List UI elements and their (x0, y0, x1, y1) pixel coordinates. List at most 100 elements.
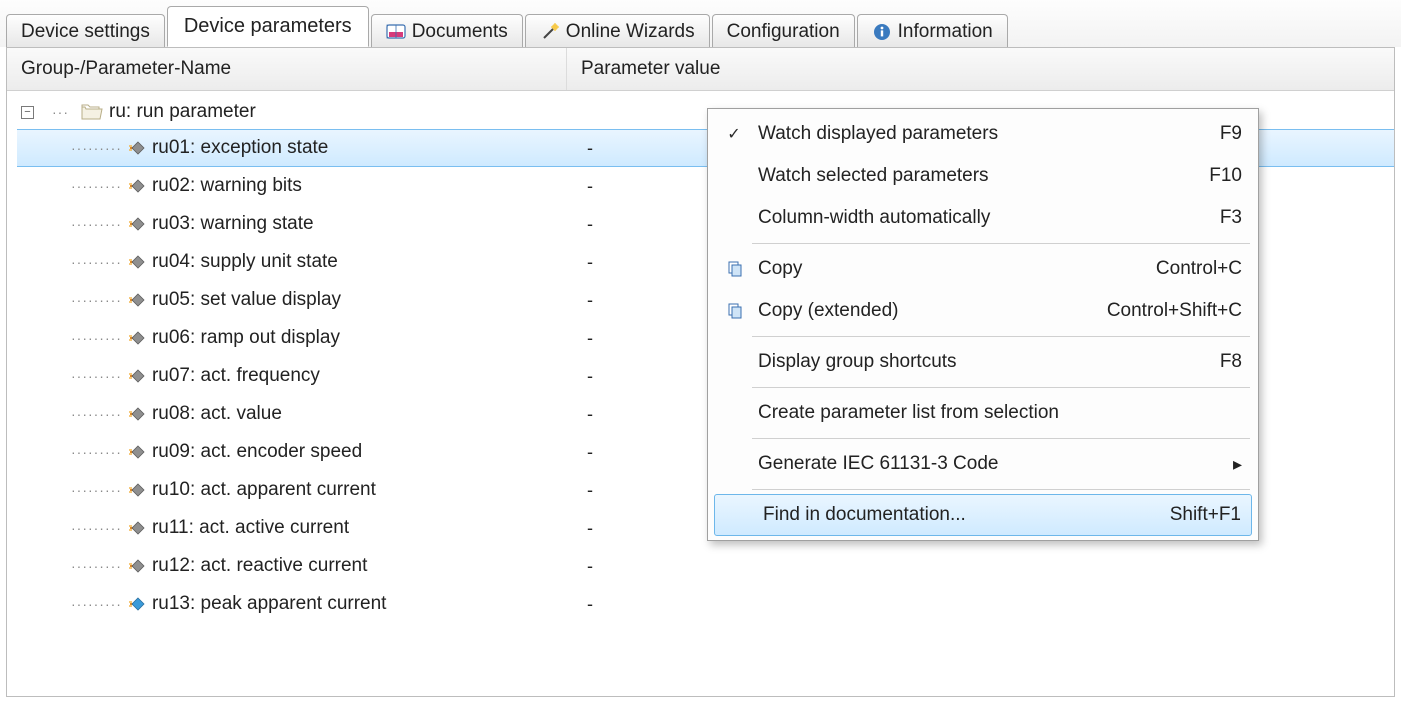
parameter-label: ru12: act. reactive current (152, 555, 367, 577)
menu-separator (752, 387, 1250, 388)
parameter-label: ru13: peak apparent current (152, 593, 387, 615)
tab-configuration[interactable]: Configuration (712, 14, 855, 49)
parameter-row[interactable]: ·········ru12: act. reactive current- (17, 547, 1394, 585)
tab-label: Documents (412, 21, 508, 43)
menu-item-label: Column-width automatically (752, 207, 1220, 229)
tree-connector: ········· (71, 520, 122, 536)
tab-bar: Device settings Device parameters Docume… (0, 0, 1401, 47)
copy-icon (716, 259, 752, 279)
group-label: ru: run parameter (109, 101, 256, 123)
tree-connector: ········· (71, 216, 122, 232)
parameter-name-cell: ········· ru01: exception state (17, 137, 577, 159)
tab-label: Information (898, 21, 993, 43)
content-panel: Group-/Parameter-Name Parameter value − … (6, 47, 1395, 697)
parameter-gray-icon (126, 556, 146, 576)
parameter-name-cell: ········· ru09: act. encoder speed (17, 441, 577, 463)
menu-item-shortcut: F3 (1220, 207, 1242, 229)
parameter-label: ru06: ramp out display (152, 327, 340, 349)
tree-connector: ········· (71, 482, 122, 498)
parameter-name-cell: ········· ru06: ramp out display (17, 327, 577, 349)
parameter-gray-icon (126, 290, 146, 310)
menu-item-shortcut: F8 (1220, 351, 1242, 373)
menu-item[interactable]: ✓Watch displayed parametersF9 (710, 113, 1256, 155)
menu-item-label: Find in documentation... (757, 504, 1170, 526)
tree-connector: ········· (71, 596, 122, 612)
menu-separator (752, 438, 1250, 439)
menu-separator (752, 336, 1250, 337)
keb-icon (386, 22, 406, 42)
column-headers: Group-/Parameter-Name Parameter value (7, 48, 1394, 91)
tree-connector: ········· (71, 178, 122, 194)
parameter-name-cell: ········· ru12: act. reactive current (17, 555, 577, 577)
menu-separator (752, 243, 1250, 244)
column-header-name[interactable]: Group-/Parameter-Name (7, 48, 567, 90)
menu-item[interactable]: CopyControl+C (710, 248, 1256, 290)
parameter-label: ru10: act. apparent current (152, 479, 376, 501)
parameter-row[interactable]: ········· ru13: peak apparent current - (17, 585, 1394, 623)
column-header-value[interactable]: Parameter value (567, 48, 1394, 90)
menu-item-shortcut: F10 (1209, 165, 1242, 187)
copy-icon (716, 301, 752, 321)
menu-item-shortcut: Control+Shift+C (1107, 300, 1242, 322)
tree-connector: ··· (52, 104, 69, 120)
tree-connector: ········· (71, 254, 122, 270)
tree-connector: ········· (71, 330, 122, 346)
wand-icon (540, 22, 560, 42)
parameter-name-cell: ········· ru08: act. value (17, 403, 577, 425)
parameter-label: ru11: act. active current (152, 517, 349, 539)
menu-item-label: Create parameter list from selection (752, 402, 1242, 424)
parameter-gray-icon (126, 480, 146, 500)
menu-item-label: Copy (extended) (752, 300, 1107, 322)
parameter-label: ru01: exception state (152, 137, 328, 159)
tree-connector: ········· (71, 406, 122, 422)
tab-device-settings[interactable]: Device settings (6, 14, 165, 49)
parameter-gray-icon (126, 518, 146, 538)
parameter-name-cell: ········· ru11: act. active current (17, 517, 577, 539)
menu-item-shortcut: Control+C (1156, 258, 1242, 280)
parameter-label: ru03: warning state (152, 213, 314, 235)
parameter-name-cell: ·········ru04: supply unit state (17, 251, 577, 273)
folder-open-icon (81, 103, 103, 121)
parameter-gray-icon (126, 366, 146, 386)
menu-item-label: Generate IEC 61131-3 Code (752, 453, 1224, 475)
parameter-gray-icon (126, 252, 146, 272)
parameter-label: ru09: act. encoder speed (152, 441, 362, 463)
tab-label: Online Wizards (566, 21, 695, 43)
context-menu: ✓Watch displayed parametersF9Watch selec… (707, 108, 1259, 541)
parameter-blue-icon (126, 594, 146, 614)
menu-item[interactable]: Generate IEC 61131-3 Code▸ (710, 443, 1256, 485)
parameter-name-cell: ········· ru02: warning bits (17, 175, 577, 197)
submenu-arrow-icon: ▸ (1224, 454, 1242, 475)
tree-connector: ········· (71, 140, 122, 156)
tab-documents[interactable]: Documents (371, 14, 523, 49)
menu-item[interactable]: Column-width automaticallyF3 (710, 197, 1256, 239)
parameter-name-cell: ········· ru13: peak apparent current (17, 593, 577, 615)
tree-connector: ········· (71, 444, 122, 460)
menu-item-label: Watch displayed parameters (752, 123, 1220, 145)
menu-item[interactable]: Find in documentation...Shift+F1 (714, 494, 1252, 536)
parameter-label: ru05: set value display (152, 289, 341, 311)
tree-connector: ········· (71, 558, 122, 574)
parameter-gray-icon (126, 442, 146, 462)
parameter-name-cell: ·········ru07: act. frequency (17, 365, 577, 387)
menu-item-label: Watch selected parameters (752, 165, 1209, 187)
tree-connector: ········· (71, 368, 122, 384)
parameter-label: ru08: act. value (152, 403, 282, 425)
tab-label: Device settings (21, 21, 150, 43)
tab-information[interactable]: Information (857, 14, 1008, 49)
tab-label: Device parameters (184, 15, 352, 38)
menu-item[interactable]: Create parameter list from selection (710, 392, 1256, 434)
parameter-name-cell: ········· ru10: act. apparent current (17, 479, 577, 501)
menu-item[interactable]: Watch selected parametersF10 (710, 155, 1256, 197)
parameter-gray-icon (126, 404, 146, 424)
tab-online-wizards[interactable]: Online Wizards (525, 14, 710, 49)
menu-item-shortcut: F9 (1220, 123, 1242, 145)
tab-device-parameters[interactable]: Device parameters (167, 6, 369, 47)
collapse-icon[interactable]: − (21, 106, 34, 119)
parameter-gray-icon (126, 214, 146, 234)
menu-item[interactable]: Copy (extended)Control+Shift+C (710, 290, 1256, 332)
parameter-label: ru02: warning bits (152, 175, 302, 197)
parameter-value: - (577, 594, 1394, 615)
tree-connector: ········· (71, 292, 122, 308)
menu-item[interactable]: Display group shortcutsF8 (710, 341, 1256, 383)
